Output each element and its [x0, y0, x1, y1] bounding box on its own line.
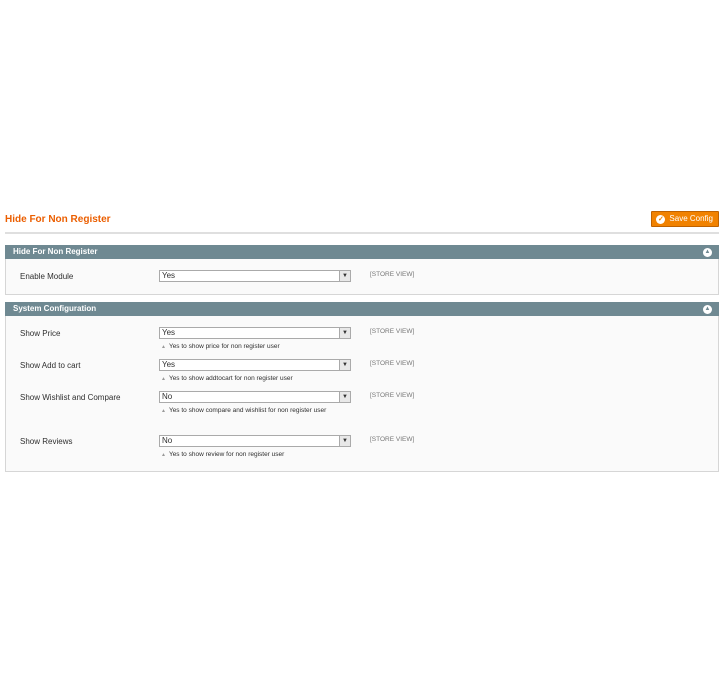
section-header[interactable]: Hide For Non Register ▲: [5, 245, 719, 259]
select-value: No: [162, 436, 173, 445]
select-value: Yes: [162, 271, 176, 280]
select-value: No: [162, 392, 173, 401]
chevron-down-icon[interactable]: ▼: [339, 271, 350, 281]
section-header[interactable]: System Configuration ▲: [5, 302, 719, 316]
check-circle-icon: ✓: [656, 214, 666, 224]
section-title: System Configuration: [13, 304, 97, 313]
section-body: Show Price Yes ▼ [STORE VIEW] ▲ Yes to sh…: [5, 316, 719, 472]
field-label: Enable Module: [20, 272, 74, 281]
field-label: Show Reviews: [20, 437, 73, 446]
save-config-label: Save Config: [669, 214, 713, 223]
triangle-up-icon: ▲: [161, 408, 166, 414]
select-value: Yes: [162, 328, 176, 337]
select-value: Yes: [162, 360, 176, 369]
page-title: Hide For Non Register: [5, 214, 111, 225]
show-add-to-cart-select[interactable]: Yes ▼: [159, 359, 351, 371]
note-text: Yes to show price for non register user: [168, 343, 280, 350]
triangle-up-icon: ▲: [161, 376, 166, 382]
show-price-select[interactable]: Yes ▼: [159, 327, 351, 339]
field-label: Show Add to cart: [20, 361, 81, 370]
field-note: ▲ Yes to show review for non register use…: [161, 449, 341, 461]
chevron-down-icon[interactable]: ▼: [339, 360, 350, 370]
show-reviews-select[interactable]: No ▼: [159, 435, 351, 447]
show-wishlist-compare-select[interactable]: No ▼: [159, 391, 351, 403]
section-body: Enable Module Yes ▼ [STORE VIEW]: [5, 259, 719, 295]
scope-label: [STORE VIEW]: [370, 436, 415, 443]
chevron-down-icon[interactable]: ▼: [339, 328, 350, 338]
collapse-up-icon[interactable]: ▲: [703, 305, 712, 314]
collapse-up-icon[interactable]: ▲: [703, 248, 712, 257]
scope-label: [STORE VIEW]: [370, 360, 415, 367]
section-title: Hide For Non Register: [13, 247, 98, 256]
note-text: Yes to show review for non register user: [168, 451, 285, 458]
save-config-button[interactable]: ✓ Save Config: [651, 211, 719, 227]
field-label: Show Wishlist and Compare: [20, 393, 121, 402]
scope-label: [STORE VIEW]: [370, 271, 415, 278]
chevron-down-icon[interactable]: ▼: [339, 392, 350, 402]
chevron-down-icon[interactable]: ▼: [339, 436, 350, 446]
section-hide-for-non-register: Hide For Non Register ▲ Enable Module Ye…: [5, 245, 719, 295]
triangle-up-icon: ▲: [161, 452, 166, 458]
field-note: ▲ Yes to show addtocart for non register …: [161, 373, 341, 385]
enable-module-select[interactable]: Yes ▼: [159, 270, 351, 282]
section-system-configuration: System Configuration ▲ Show Price Yes ▼ …: [5, 302, 719, 472]
page-header: Hide For Non Register ✓ Save Config: [5, 211, 719, 234]
scope-label: [STORE VIEW]: [370, 392, 415, 399]
note-text: Yes to show compare and wishlist for non…: [168, 407, 327, 414]
note-text: Yes to show addtocart for non register u…: [168, 375, 293, 382]
field-note: ▲ Yes to show compare and wishlist for no…: [161, 405, 341, 417]
scope-label: [STORE VIEW]: [370, 328, 415, 335]
triangle-up-icon: ▲: [161, 344, 166, 350]
field-label: Show Price: [20, 329, 61, 338]
field-note: ▲ Yes to show price for non register user: [161, 341, 341, 353]
